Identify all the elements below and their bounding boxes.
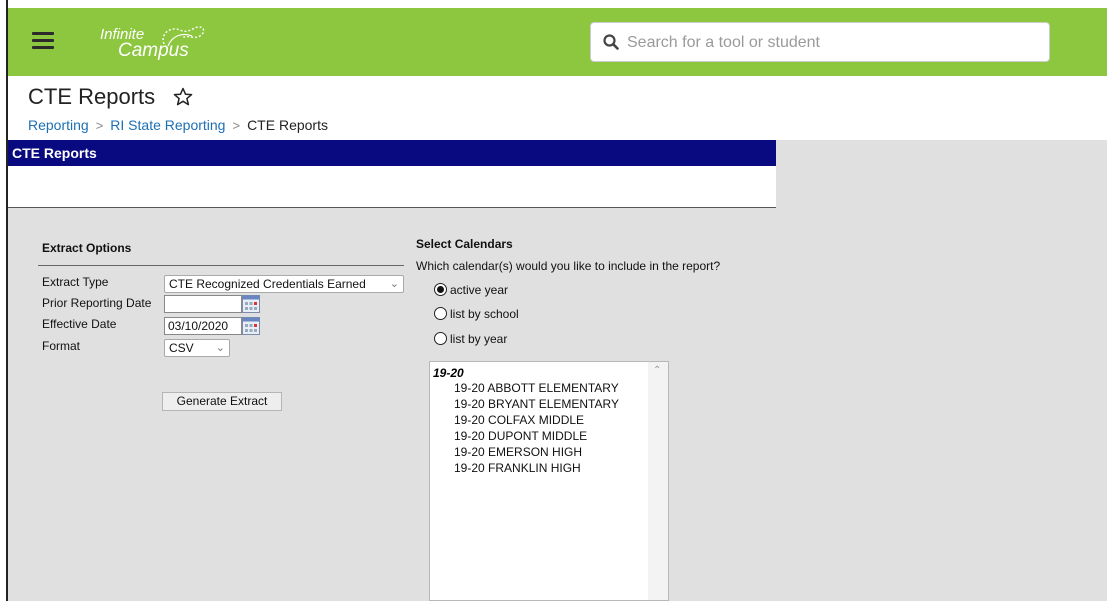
effective-date-input[interactable]: 03/10/2020 xyxy=(164,317,242,335)
radio-button-checked[interactable] xyxy=(434,283,447,296)
extract-type-select[interactable]: CTE Recognized Credentials Earned ⌄ xyxy=(164,275,404,293)
generate-extract-button[interactable]: Generate Extract xyxy=(162,392,282,411)
panel-header: CTE Reports xyxy=(8,140,776,166)
star-outline-icon[interactable] xyxy=(173,87,193,107)
calendar-year-group: 19-20 xyxy=(433,366,464,380)
panel-toolbar-area xyxy=(8,166,776,208)
list-item[interactable]: 19-20 COLFAX MIDDLE xyxy=(454,413,584,427)
calendar-question: Which calendar(s) would you like to incl… xyxy=(416,259,721,273)
radio-label-list-by-school: list by school xyxy=(450,307,519,321)
list-item[interactable]: 19-20 DUPONT MIDDLE xyxy=(454,429,587,443)
format-value: CSV xyxy=(169,341,194,355)
list-item[interactable]: 19-20 BRYANT ELEMENTARY xyxy=(454,397,619,411)
format-select[interactable]: CSV ⌄ xyxy=(164,339,230,357)
extract-type-value: CTE Recognized Credentials Earned xyxy=(169,277,366,291)
radio-label-active-year: active year xyxy=(450,283,509,297)
calendar-picker-icon[interactable] xyxy=(242,317,260,335)
select-calendars-title: Select Calendars xyxy=(416,237,513,251)
list-scrollbar[interactable]: ⌃ xyxy=(648,362,668,600)
list-item[interactable]: 19-20 FRANKLIN HIGH xyxy=(454,461,581,475)
extract-type-label: Extract Type xyxy=(42,275,109,289)
radio-button[interactable] xyxy=(434,307,447,320)
breadcrumb-link-reporting[interactable]: Reporting xyxy=(28,117,89,133)
search-box[interactable] xyxy=(590,22,1050,62)
extract-options-title: Extract Options xyxy=(42,241,132,255)
list-item[interactable]: 19-20 EMERSON HIGH xyxy=(454,445,582,459)
chevron-down-icon: ⌄ xyxy=(389,278,399,290)
top-navigation-bar: Infinite Campus xyxy=(8,8,1107,76)
breadcrumb-current: CTE Reports xyxy=(247,117,328,133)
prior-reporting-date-input[interactable] xyxy=(164,295,242,313)
list-item[interactable]: 19-20 ABBOTT ELEMENTARY xyxy=(454,381,619,395)
search-input[interactable] xyxy=(627,31,1037,55)
effective-date-label: Effective Date xyxy=(42,317,117,331)
report-workspace: CTE Reports Extract Options Extract Type… xyxy=(8,140,1107,601)
format-label: Format xyxy=(42,339,81,353)
logo-swoosh-icon xyxy=(162,26,205,47)
search-icon xyxy=(603,34,619,50)
breadcrumb-separator-icon: > xyxy=(95,118,104,133)
section-divider xyxy=(38,265,404,266)
breadcrumb-link-ri-state-reporting[interactable]: RI State Reporting xyxy=(110,117,225,133)
chevron-up-icon[interactable]: ⌃ xyxy=(653,365,661,376)
calendar-picker-icon[interactable] xyxy=(242,295,260,313)
calendar-list[interactable]: 19-20 19-20 ABBOTT ELEMENTARY 19-20 BRYA… xyxy=(429,361,669,601)
radio-button[interactable] xyxy=(434,332,447,345)
chevron-down-icon: ⌄ xyxy=(215,342,225,354)
breadcrumb: Reporting > RI State Reporting > CTE Reports xyxy=(28,117,328,133)
radio-label-list-by-year: list by year xyxy=(450,332,508,346)
hamburger-menu-icon[interactable] xyxy=(32,30,54,50)
breadcrumb-separator-icon: > xyxy=(232,118,241,133)
page-title: CTE Reports xyxy=(28,84,156,109)
prior-reporting-date-label: Prior Reporting Date xyxy=(42,296,152,310)
infinite-campus-logo[interactable]: Infinite Campus xyxy=(100,22,220,62)
window-left-edge xyxy=(0,0,8,601)
